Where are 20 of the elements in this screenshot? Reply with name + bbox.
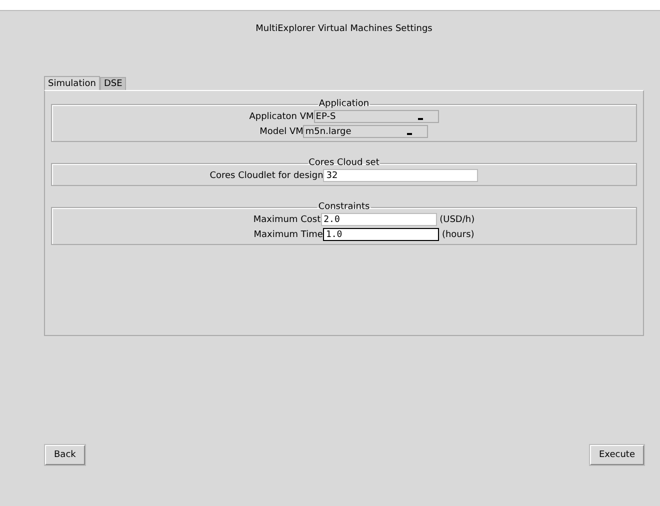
input-field[interactable]: 1.0 (322, 228, 439, 241)
group-title: Constraints (317, 202, 371, 212)
tab[interactable]: DSE (100, 77, 126, 90)
tab[interactable]: Simulation (44, 76, 100, 90)
input-field[interactable]: 2.0 (320, 213, 437, 226)
input-field[interactable]: 32 (323, 169, 478, 182)
field-label: Model VM (260, 126, 304, 136)
field-label: Maximum Time (254, 230, 323, 240)
dropdown[interactable]: m5n.large (303, 125, 428, 138)
execute-button[interactable]: Execute (590, 445, 644, 465)
field-label: Applicaton VM (249, 112, 314, 122)
back-button[interactable]: Back (45, 445, 85, 465)
group-title: Cores Cloud set (308, 158, 380, 168)
window-title: MultiExplorer Virtual Machines Settings (254, 23, 434, 36)
group-title: Application (318, 99, 370, 109)
unit-label: (USD/h) (440, 214, 475, 224)
field-label: Cores Cloudlet for design (210, 170, 324, 180)
dropdown[interactable]: EP-S (314, 110, 439, 123)
unit-label: (hours) (442, 230, 474, 240)
field-label: Maximum Cost (253, 214, 321, 224)
